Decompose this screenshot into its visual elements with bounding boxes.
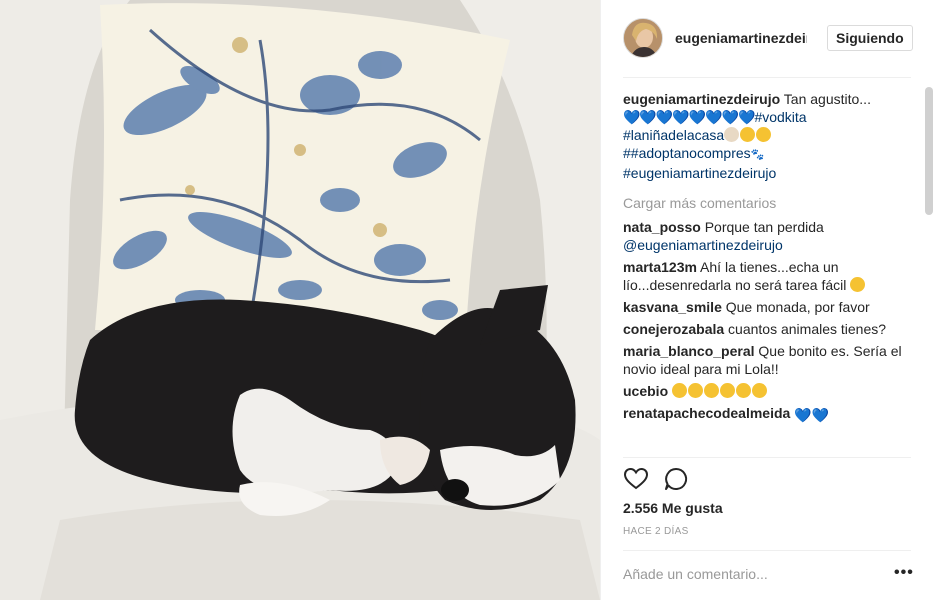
post-header: eugeniamartinezdeirujo Siguiendo: [601, 0, 934, 78]
comment-item: kasvana_smile Que monada, por favor: [623, 298, 913, 316]
heart-eyes-emoji-icon: [704, 383, 720, 398]
comment-item: nata_posso Porque tan perdida @eugeniama…: [623, 218, 913, 254]
more-options-icon[interactable]: •••: [894, 564, 914, 582]
comment-mention[interactable]: @eugeniamartinezdeirujo: [623, 237, 783, 253]
blue-hearts-emoji: 💙💙💙💙💙💙💙💙: [623, 109, 755, 125]
heart-eyes-emoji-icon: [672, 383, 688, 398]
likes-count[interactable]: 2.556 Me gusta: [623, 500, 723, 516]
load-more-comments-button[interactable]: Cargar más comentarios: [623, 194, 913, 212]
comment-text: cuantos animales tienes?: [724, 321, 887, 337]
post-timestamp[interactable]: HACE 2 DÍAS: [623, 526, 689, 537]
comment-username[interactable]: conejerozabala: [623, 321, 724, 337]
caption-text: Tan agustito...: [780, 91, 871, 107]
caption-username[interactable]: eugeniamartinezdeirujo: [623, 91, 780, 107]
winking-face-emoji-icon: [850, 277, 866, 292]
comment-item: ucebio: [623, 382, 913, 400]
heart-eyes-emoji-icon: [736, 383, 752, 398]
divider: [623, 77, 911, 78]
speech-bubble-icon[interactable]: [663, 466, 689, 492]
smile-emoji-icon: [740, 127, 756, 142]
dog-on-sofa-image: [0, 0, 600, 600]
comment-username[interactable]: maria_blanco_peral: [623, 343, 755, 359]
dog-emoji-icon: [724, 127, 740, 142]
post-photo[interactable]: [0, 0, 600, 600]
heart-outline-icon[interactable]: [623, 466, 649, 492]
comment-text: Que monada, por favor: [721, 299, 870, 315]
comment-item: marta123m Ahí la tienes...echa un lío...…: [623, 258, 913, 294]
comment-username[interactable]: renatapachecodealmeida: [623, 405, 790, 421]
comment-username[interactable]: kasvana_smile: [623, 299, 722, 315]
divider: [623, 550, 911, 551]
add-comment-input[interactable]: [623, 564, 873, 584]
hashtag-eugeniamartinezdeirujo[interactable]: #eugeniamartinezdeirujo: [623, 165, 776, 181]
avatar[interactable]: [623, 18, 663, 58]
comment-text: Porque tan perdida: [700, 219, 824, 235]
caption: eugeniamartinezdeirujo Tan agustito... 💙…: [623, 90, 913, 182]
paw-prints-icon: 🐾: [750, 149, 765, 161]
hashtag-adoptanocompres[interactable]: ##adoptanocompres: [623, 145, 751, 161]
comments-scrollbar[interactable]: [925, 87, 933, 215]
comment-item: renatapachecodealmeida 💙💙: [623, 404, 913, 423]
comment-username[interactable]: ucebio: [623, 383, 668, 399]
hashtag-vodkita[interactable]: #vodkita: [754, 109, 806, 125]
divider: [623, 457, 911, 458]
heart-eyes-emoji-icon: [752, 383, 768, 398]
comment-username[interactable]: nata_posso: [623, 219, 701, 235]
comment-username[interactable]: marta123m: [623, 259, 697, 275]
hashtag-laninadelacasa[interactable]: #laniñadelacasa: [623, 127, 724, 143]
comments-list[interactable]: eugeniamartinezdeirujo Tan agustito... 💙…: [623, 90, 913, 458]
comment-item: conejerozabala cuantos animales tienes?: [623, 320, 913, 338]
heart-eyes-emoji-icon: [720, 383, 736, 398]
blue-heart-emoji-icon: 💙💙: [794, 407, 830, 423]
header-username[interactable]: eugeniamartinezdeirujo: [675, 30, 807, 46]
comment-item: maria_blanco_peral Que bonito es. Sería …: [623, 342, 913, 378]
grin-emoji-icon: [756, 127, 772, 142]
instagram-post-modal: eugeniamartinezdeirujo Siguiendo eugenia…: [0, 0, 934, 600]
post-details-panel: eugeniamartinezdeirujo Siguiendo eugenia…: [600, 0, 934, 600]
profile-photo: [624, 19, 662, 57]
heart-eyes-emoji-icon: [688, 383, 704, 398]
following-button[interactable]: Siguiendo: [827, 25, 913, 51]
